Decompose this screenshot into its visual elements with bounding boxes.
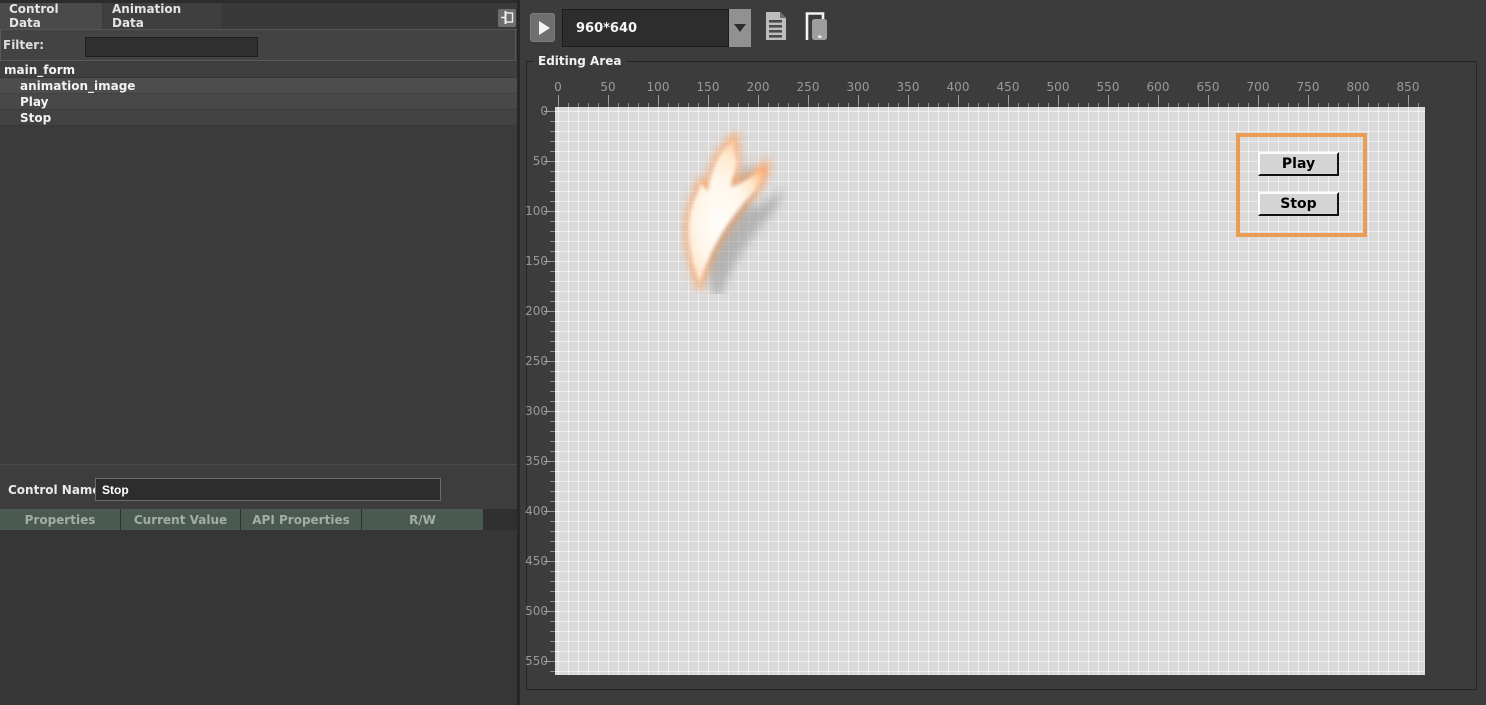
tree-item-main-form[interactable]: main_form — [0, 62, 517, 78]
tab-animation-data[interactable]: Animation Data — [103, 2, 221, 30]
device-orientation-button[interactable] — [802, 12, 830, 44]
pin-button[interactable] — [498, 9, 516, 27]
header-filler — [484, 509, 517, 530]
canvas-play-button[interactable]: Play — [1258, 152, 1339, 176]
tab-animation-data-label: Animation Data — [112, 2, 182, 30]
h-ruler-label: 50 — [600, 80, 616, 94]
h-ruler-label: 300 — [846, 80, 870, 94]
resolution-dropdown-button[interactable] — [729, 9, 751, 47]
h-ruler-label: 100 — [646, 80, 670, 94]
dropdown-arrow-icon — [734, 24, 746, 32]
control-name-label: Control Name: — [8, 483, 106, 497]
h-ruler-label: 650 — [1196, 80, 1220, 94]
filter-input[interactable] — [85, 37, 258, 57]
tree-item-label: Play — [20, 94, 49, 109]
h-ruler-label: 750 — [1296, 80, 1320, 94]
pin-icon — [500, 9, 514, 28]
resolution-combobox[interactable]: 960*640 — [562, 9, 729, 47]
canvas-play-button-label: Play — [1281, 156, 1316, 172]
tab-control-data[interactable]: Control Data — [0, 2, 102, 30]
editing-area-title: Editing Area — [534, 54, 626, 68]
run-preview-button[interactable] — [530, 13, 555, 42]
current-value-column-header[interactable]: Current Value — [121, 509, 240, 530]
properties-table-body — [0, 530, 517, 705]
h-ruler-label: 600 — [1146, 80, 1170, 94]
selection-box[interactable] — [1236, 133, 1367, 237]
device-orientation-icon — [803, 11, 829, 45]
h-ruler-label: 0 — [554, 80, 562, 94]
h-ruler-label: 450 — [996, 80, 1020, 94]
document-list-button[interactable] — [762, 12, 790, 44]
h-ruler-label: 850 — [1396, 80, 1420, 94]
canvas-stop-button[interactable]: Stop — [1258, 192, 1339, 216]
editor-area: 960*640 Editing Area 0 50 100 150 200 25… — [520, 0, 1486, 705]
canvas-stop-button-label: Stop — [1280, 196, 1317, 212]
tree-item-stop[interactable]: Stop — [0, 110, 517, 126]
rw-column-header[interactable]: R/W — [362, 509, 483, 530]
h-ruler-label: 700 — [1246, 80, 1270, 94]
api-properties-column-header[interactable]: API Properties — [241, 509, 361, 530]
h-ruler-label: 400 — [946, 80, 970, 94]
left-dock-panel: Control Data Animation Data Filter: main… — [0, 0, 517, 705]
document-icon — [764, 11, 788, 45]
h-ruler-label: 350 — [896, 80, 920, 94]
editing-canvas[interactable]: Play Stop — [555, 107, 1425, 675]
properties-column-header[interactable]: Properties — [0, 509, 120, 530]
tree-item-label: main_form — [4, 62, 76, 77]
tree-item-animation-image[interactable]: animation_image — [0, 78, 517, 94]
h-ruler-label: 200 — [746, 80, 770, 94]
filter-bar — [0, 30, 516, 61]
flame-animation-image[interactable] — [680, 129, 790, 294]
tree-item-label: animation_image — [20, 78, 136, 93]
control-tree: main_form animation_image Play Stop — [0, 62, 517, 463]
h-ruler-label: 800 — [1346, 80, 1370, 94]
h-ruler-label: 550 — [1096, 80, 1120, 94]
control-name-input[interactable] — [95, 478, 441, 501]
h-ruler-label: 150 — [696, 80, 720, 94]
filter-label: Filter: — [3, 38, 45, 52]
h-ruler-label: 250 — [796, 80, 820, 94]
properties-table-header: Properties Current Value API Properties … — [0, 509, 517, 530]
tree-item-label: Stop — [20, 110, 52, 125]
tab-control-data-label: Control Data — [9, 2, 59, 30]
tree-item-play[interactable]: Play — [0, 94, 517, 110]
play-icon — [538, 20, 550, 35]
h-ruler-label: 500 — [1046, 80, 1070, 94]
resolution-value: 960*640 — [576, 20, 638, 36]
